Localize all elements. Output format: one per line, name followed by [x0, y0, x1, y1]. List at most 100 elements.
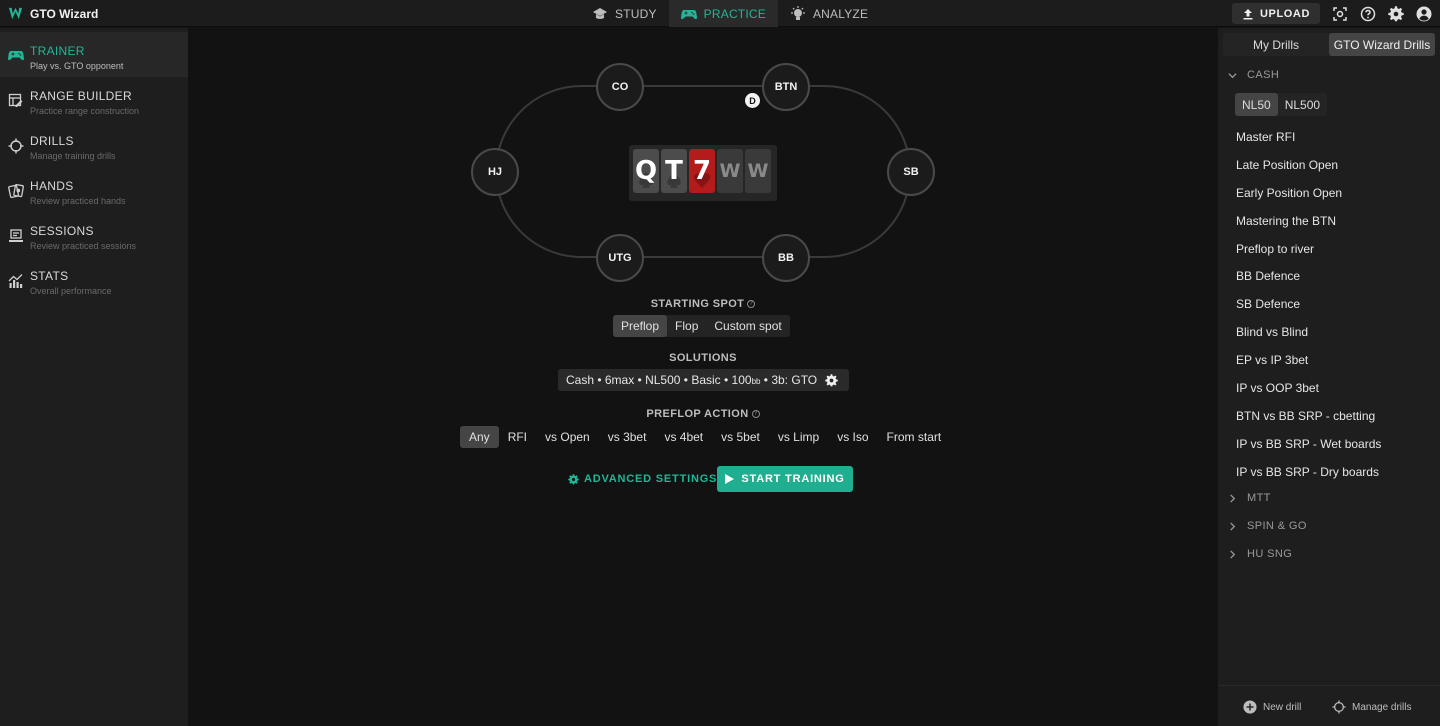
preflop-action-any[interactable]: Any — [460, 426, 499, 448]
board-card-empty: W — [745, 149, 771, 193]
starting-spot-option-custom[interactable]: Custom spot — [706, 315, 789, 337]
board-card-rank: W — [719, 160, 741, 182]
drill-item[interactable]: IP vs BB SRP - Wet boards — [1236, 430, 1381, 458]
drill-item[interactable]: Mastering the BTN — [1236, 207, 1381, 235]
board-card-rank: W — [747, 160, 769, 182]
sidebar-item-sessions[interactable]: SESSIONS Review practiced sessions — [0, 212, 188, 257]
sidebar-item-stats[interactable]: STATS Overall performance — [0, 257, 188, 302]
group-cash[interactable]: CASH — [1228, 65, 1279, 85]
preflop-action-from-start[interactable]: From start — [878, 426, 951, 448]
group-spin-and-go[interactable]: SPIN & GO — [1228, 516, 1307, 536]
upload-label: UPLOAD — [1259, 7, 1311, 20]
seat-btn[interactable]: BTN — [762, 63, 810, 111]
crosshair-icon — [1332, 700, 1346, 714]
solutions-value-main: Cash • 6max • NL500 • Basic • 100 — [566, 373, 752, 387]
preflop-action-vs-iso[interactable]: vs Iso — [828, 426, 877, 448]
board-card-rank: T — [665, 156, 683, 186]
preflop-action-vs-open[interactable]: vs Open — [536, 426, 599, 448]
screen-capture-button[interactable] — [1330, 4, 1350, 24]
seat-sb[interactable]: SB — [887, 148, 935, 196]
cards-icon — [8, 183, 24, 199]
info-icon[interactable]: ? — [747, 300, 756, 309]
starting-spot-option-flop[interactable]: Flop — [667, 315, 706, 337]
tab-study-label: STUDY — [615, 6, 657, 21]
tab-practice[interactable]: PRACTICE — [668, 0, 778, 27]
sidebar-item-drills[interactable]: DRILLS Manage training drills — [0, 122, 188, 167]
sidebar-item-title: HANDS — [30, 179, 74, 193]
tab-my-drills[interactable]: My Drills — [1223, 33, 1329, 56]
group-spin-label: SPIN & GO — [1247, 520, 1307, 532]
sidebar-item-hands[interactable]: HANDS Review practiced hands — [0, 167, 188, 212]
drill-item[interactable]: BB Defence — [1236, 262, 1381, 290]
gto-wizard-logo-icon — [8, 7, 23, 20]
user-icon — [1416, 6, 1432, 21]
stake-tab-nl500[interactable]: NL500 — [1278, 93, 1327, 116]
tab-analyze-label: ANALYZE — [812, 6, 869, 21]
help-icon — [1360, 6, 1376, 21]
stake-tab-nl50[interactable]: NL50 — [1235, 93, 1278, 116]
sidebar-item-title: RANGE BUILDER — [30, 89, 132, 103]
solutions-selector[interactable]: Cash • 6max • NL500 • Basic • 100bb • 3b… — [558, 369, 849, 391]
tab-gto-wizard-drills[interactable]: GTO Wizard Drills — [1329, 33, 1435, 56]
drill-item[interactable]: IP vs OOP 3bet — [1236, 374, 1381, 402]
advanced-settings-link[interactable]: ADVANCED SETTINGS — [568, 466, 717, 492]
preflop-action-vs-4bet[interactable]: vs 4bet — [655, 426, 712, 448]
preflop-action-vs-limp[interactable]: vs Limp — [769, 426, 828, 448]
solutions-heading: SOLUTIONS — [669, 352, 737, 364]
preflop-action-vs-3bet[interactable]: vs 3bet — [599, 426, 656, 448]
account-button[interactable] — [1414, 4, 1434, 24]
start-training-label: START TRAINING — [741, 473, 845, 485]
help-button[interactable] — [1358, 4, 1378, 24]
gamepad-icon — [8, 51, 24, 61]
solutions-value-suffix: • 3b: GTO — [760, 373, 818, 387]
sidebar-item-subtitle: Overall performance — [30, 286, 112, 296]
tab-analyze[interactable]: ANALYZE — [778, 0, 880, 27]
gear-icon[interactable] — [825, 373, 838, 387]
sidebar-item-range-builder[interactable]: RANGE BUILDER Practice range constructio… — [0, 77, 188, 122]
drill-item[interactable]: Late Position Open — [1236, 151, 1381, 179]
gamepad-icon — [680, 9, 697, 19]
starting-spot-option-preflop[interactable]: Preflop — [613, 315, 668, 337]
drill-item[interactable]: Early Position Open — [1236, 179, 1381, 207]
drill-item[interactable]: EP vs IP 3bet — [1236, 346, 1381, 374]
info-icon[interactable]: ? — [751, 410, 760, 419]
seat-co[interactable]: CO — [596, 63, 644, 111]
drill-item[interactable]: BTN vs BB SRP - cbetting — [1236, 402, 1381, 430]
preflop-action-rfi[interactable]: RFI — [499, 426, 536, 448]
sidebar-item-title: DRILLS — [30, 134, 74, 148]
sidebar-item-title: SESSIONS — [30, 224, 94, 238]
drill-item[interactable]: Blind vs Blind — [1236, 318, 1381, 346]
tab-study[interactable]: STUDY — [580, 0, 669, 27]
seat-bb[interactable]: BB — [762, 234, 810, 282]
sidebar-item-subtitle: Play vs. GTO opponent — [30, 61, 124, 71]
preflop-action-vs-5bet[interactable]: vs 5bet — [712, 426, 769, 448]
new-drill-label: New drill — [1263, 701, 1302, 713]
manage-drills-label: Manage drills — [1352, 701, 1412, 713]
chevron-right-icon — [1230, 521, 1236, 531]
starting-spot-selector: Preflop Flop Custom spot — [613, 315, 790, 337]
drills-panel: My Drills GTO Wizard Drills CASH NL50 NL… — [1218, 28, 1440, 726]
new-drill-button[interactable]: New drill — [1243, 700, 1301, 714]
main-nav: STUDY PRACTICE ANALYZE — [580, 0, 880, 27]
sidebar-item-title: TRAINER — [30, 44, 85, 58]
advanced-settings-label: ADVANCED SETTINGS — [584, 473, 718, 485]
stats-icon — [8, 274, 23, 288]
drill-item[interactable]: Master RFI — [1236, 123, 1381, 151]
group-mtt[interactable]: MTT — [1228, 488, 1271, 508]
drill-item[interactable]: SB Defence — [1236, 290, 1381, 318]
add-circle-icon — [1243, 700, 1257, 714]
settings-button[interactable] — [1386, 4, 1406, 24]
sidebar-item-trainer[interactable]: TRAINER Play vs. GTO opponent — [0, 32, 188, 77]
manage-drills-button[interactable]: Manage drills — [1332, 700, 1411, 714]
top-bar: GTO Wizard STUDY PRACTICE ANALYZE UPLOAD — [0, 0, 1440, 27]
drill-item[interactable]: Preflop to river — [1236, 235, 1381, 263]
dealer-button: D — [745, 93, 760, 108]
start-training-button[interactable]: START TRAINING — [717, 466, 853, 492]
brand[interactable]: GTO Wizard — [8, 0, 98, 27]
group-hu-sng[interactable]: HU SNG — [1228, 544, 1292, 564]
drill-item[interactable]: IP vs BB SRP - Dry boards — [1236, 458, 1381, 486]
upload-button[interactable]: UPLOAD — [1232, 3, 1320, 24]
seat-hj[interactable]: HJ — [471, 148, 519, 196]
drills-panel-footer: New drill Manage drills — [1218, 685, 1440, 726]
seat-utg[interactable]: UTG — [596, 234, 644, 282]
